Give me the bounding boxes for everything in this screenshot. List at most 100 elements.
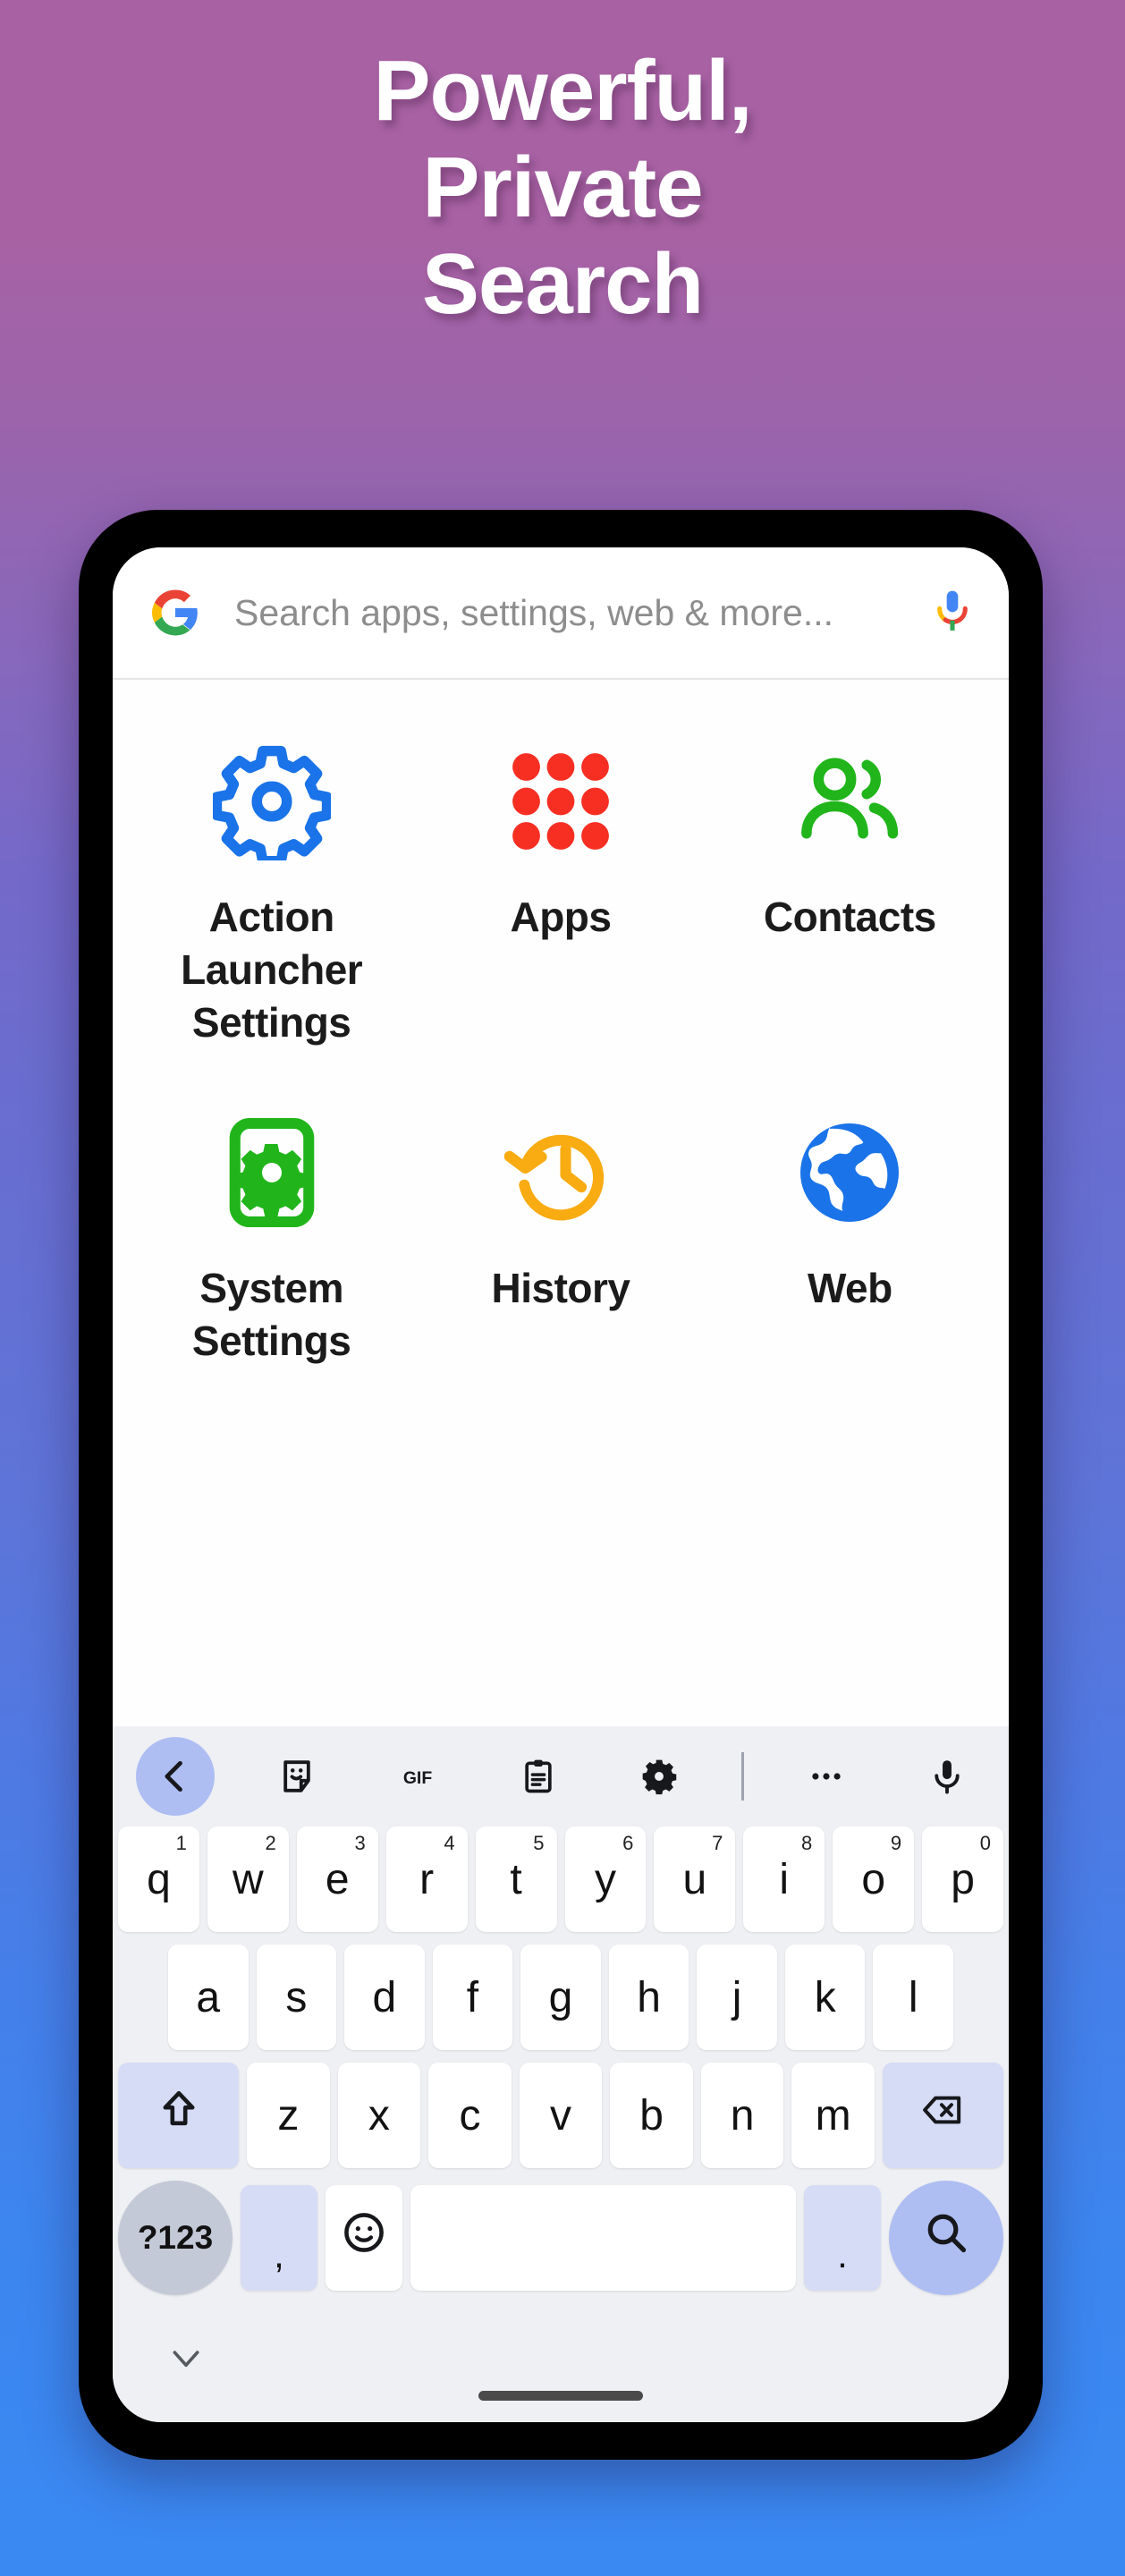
key-x[interactable]: x: [337, 2063, 421, 2168]
google-mic-icon[interactable]: [935, 589, 969, 636]
key-label: b: [639, 2091, 664, 2140]
key-label: r: [419, 1855, 435, 1903]
key-j[interactable]: j: [697, 1945, 777, 2050]
key-y[interactable]: 6y: [564, 1826, 647, 1932]
emoji-key[interactable]: [326, 2185, 402, 2291]
result-item-system-settings[interactable]: System Settings: [127, 1090, 416, 1409]
key-label: m: [815, 2091, 851, 2140]
key-label: g: [548, 1973, 573, 2021]
key-label: ?123: [137, 2219, 214, 2256]
gear-icon[interactable]: [621, 1738, 698, 1815]
key-label: o: [861, 1855, 886, 1903]
microphone-icon[interactable]: [909, 1738, 985, 1815]
key-s[interactable]: s: [256, 1945, 337, 2050]
history-clock-icon: [502, 1114, 620, 1232]
key-u[interactable]: 7u: [654, 1826, 736, 1932]
key-n[interactable]: n: [700, 2063, 784, 2168]
space-key[interactable]: [410, 2185, 796, 2291]
key-q[interactable]: 1q: [117, 1826, 199, 1932]
toolbar-divider: [741, 1752, 744, 1801]
key-label: c: [459, 2091, 481, 2140]
key-label: ,: [274, 2233, 284, 2275]
sticker-icon[interactable]: [258, 1738, 335, 1815]
key-label: n: [730, 2091, 755, 2140]
globe-icon: [791, 1114, 909, 1232]
key-label: p: [951, 1855, 975, 1903]
key-num: 0: [979, 1832, 992, 1854]
key-label: e: [325, 1855, 350, 1903]
navigation-bar: [113, 2313, 1009, 2422]
key-label: s: [285, 1973, 308, 2021]
result-item-contacts[interactable]: Contacts: [706, 719, 994, 1090]
key-c[interactable]: c: [428, 2063, 512, 2168]
home-indicator[interactable]: [478, 2391, 643, 2401]
result-item-action-launcher-settings[interactable]: Action Launcher Settings: [127, 719, 416, 1090]
key-label: d: [372, 1973, 397, 2021]
key-num: 8: [800, 1832, 813, 1854]
keyboard-row-4: ?123 , .: [113, 2181, 1009, 2295]
keyboard-row-2: a s d f g h j k l: [113, 1945, 1009, 2050]
more-options-icon[interactable]: [788, 1738, 865, 1815]
phone-screen: Search apps, settings, web & more... Act…: [113, 547, 1009, 2422]
key-p[interactable]: 0p: [922, 1826, 1004, 1932]
period-key[interactable]: .: [804, 2185, 881, 2291]
key-label: l: [908, 1973, 918, 2021]
backspace-key[interactable]: [882, 2063, 1004, 2168]
key-l[interactable]: l: [873, 1945, 954, 2050]
key-num: 1: [175, 1832, 187, 1854]
key-label: x: [368, 2091, 390, 2140]
clipboard-icon[interactable]: [500, 1738, 577, 1815]
page-title: Powerful, Private Search: [0, 43, 1125, 333]
key-k[interactable]: k: [784, 1945, 866, 2050]
key-label: a: [196, 1973, 221, 2021]
comma-key[interactable]: ,: [241, 2185, 317, 2291]
key-label: i: [779, 1855, 790, 1903]
key-m[interactable]: m: [791, 2063, 875, 2168]
search-results-grid: Action Launcher Settings Apps Contacts S…: [113, 680, 1009, 1726]
key-a[interactable]: a: [167, 1945, 249, 2050]
key-o[interactable]: 9o: [833, 1826, 915, 1932]
key-label: z: [277, 2091, 300, 2140]
key-num: 5: [533, 1832, 545, 1854]
search-icon: [923, 2209, 969, 2267]
result-item-apps[interactable]: Apps: [416, 719, 705, 1090]
key-r[interactable]: 4r: [385, 1826, 468, 1932]
key-t[interactable]: 5t: [475, 1826, 557, 1932]
symbols-key[interactable]: ?123: [118, 2181, 233, 2295]
shift-icon: [157, 2089, 200, 2142]
gear-outline-icon: [212, 742, 331, 860]
key-label: w: [232, 1855, 264, 1903]
key-label: f: [466, 1973, 479, 2021]
key-g[interactable]: g: [520, 1945, 601, 2050]
backspace-icon: [921, 2089, 964, 2142]
key-num: 7: [712, 1832, 723, 1854]
shift-key[interactable]: [117, 2063, 240, 2168]
gif-icon[interactable]: GIF: [379, 1738, 456, 1815]
search-enter-key[interactable]: [889, 2181, 1003, 2295]
key-label: u: [682, 1855, 707, 1903]
key-b[interactable]: b: [610, 2063, 693, 2168]
result-label: System Settings: [191, 1264, 351, 1364]
search-bar[interactable]: Search apps, settings, web & more...: [113, 547, 1009, 680]
virtual-keyboard: GIF 1 q 2 w 3 e 4 r 5 t 6 y 7 u 8 i 9 o …: [113, 1726, 1009, 2313]
chevron-down-icon[interactable]: [163, 2336, 209, 2383]
result-label: Contacts: [763, 894, 936, 940]
key-d[interactable]: d: [344, 1945, 425, 2050]
key-z[interactable]: z: [247, 2063, 330, 2168]
key-label: q: [147, 1855, 171, 1903]
headline-line-3: Search: [421, 236, 704, 332]
phone-frame: Search apps, settings, web & more... Act…: [79, 510, 1043, 2460]
key-f[interactable]: f: [432, 1945, 513, 2050]
result-item-history[interactable]: History: [416, 1090, 705, 1409]
key-i[interactable]: 8i: [743, 1826, 825, 1932]
keyboard-toolbar: GIF: [113, 1726, 1009, 1826]
key-h[interactable]: h: [608, 1945, 689, 2050]
svg-text:GIF: GIF: [403, 1768, 432, 1788]
back-chevron-icon[interactable]: [136, 1737, 215, 1816]
search-input[interactable]: Search apps, settings, web & more...: [234, 592, 935, 634]
result-item-web[interactable]: Web: [706, 1090, 994, 1409]
keyboard-row-1: 1q 2w 3e 4r 5t 6y 7u 8i 9o 0p: [113, 1826, 1009, 1932]
key-e[interactable]: 3e: [296, 1826, 378, 1932]
key-v[interactable]: v: [519, 2063, 603, 2168]
key-w[interactable]: 2w: [207, 1826, 289, 1932]
